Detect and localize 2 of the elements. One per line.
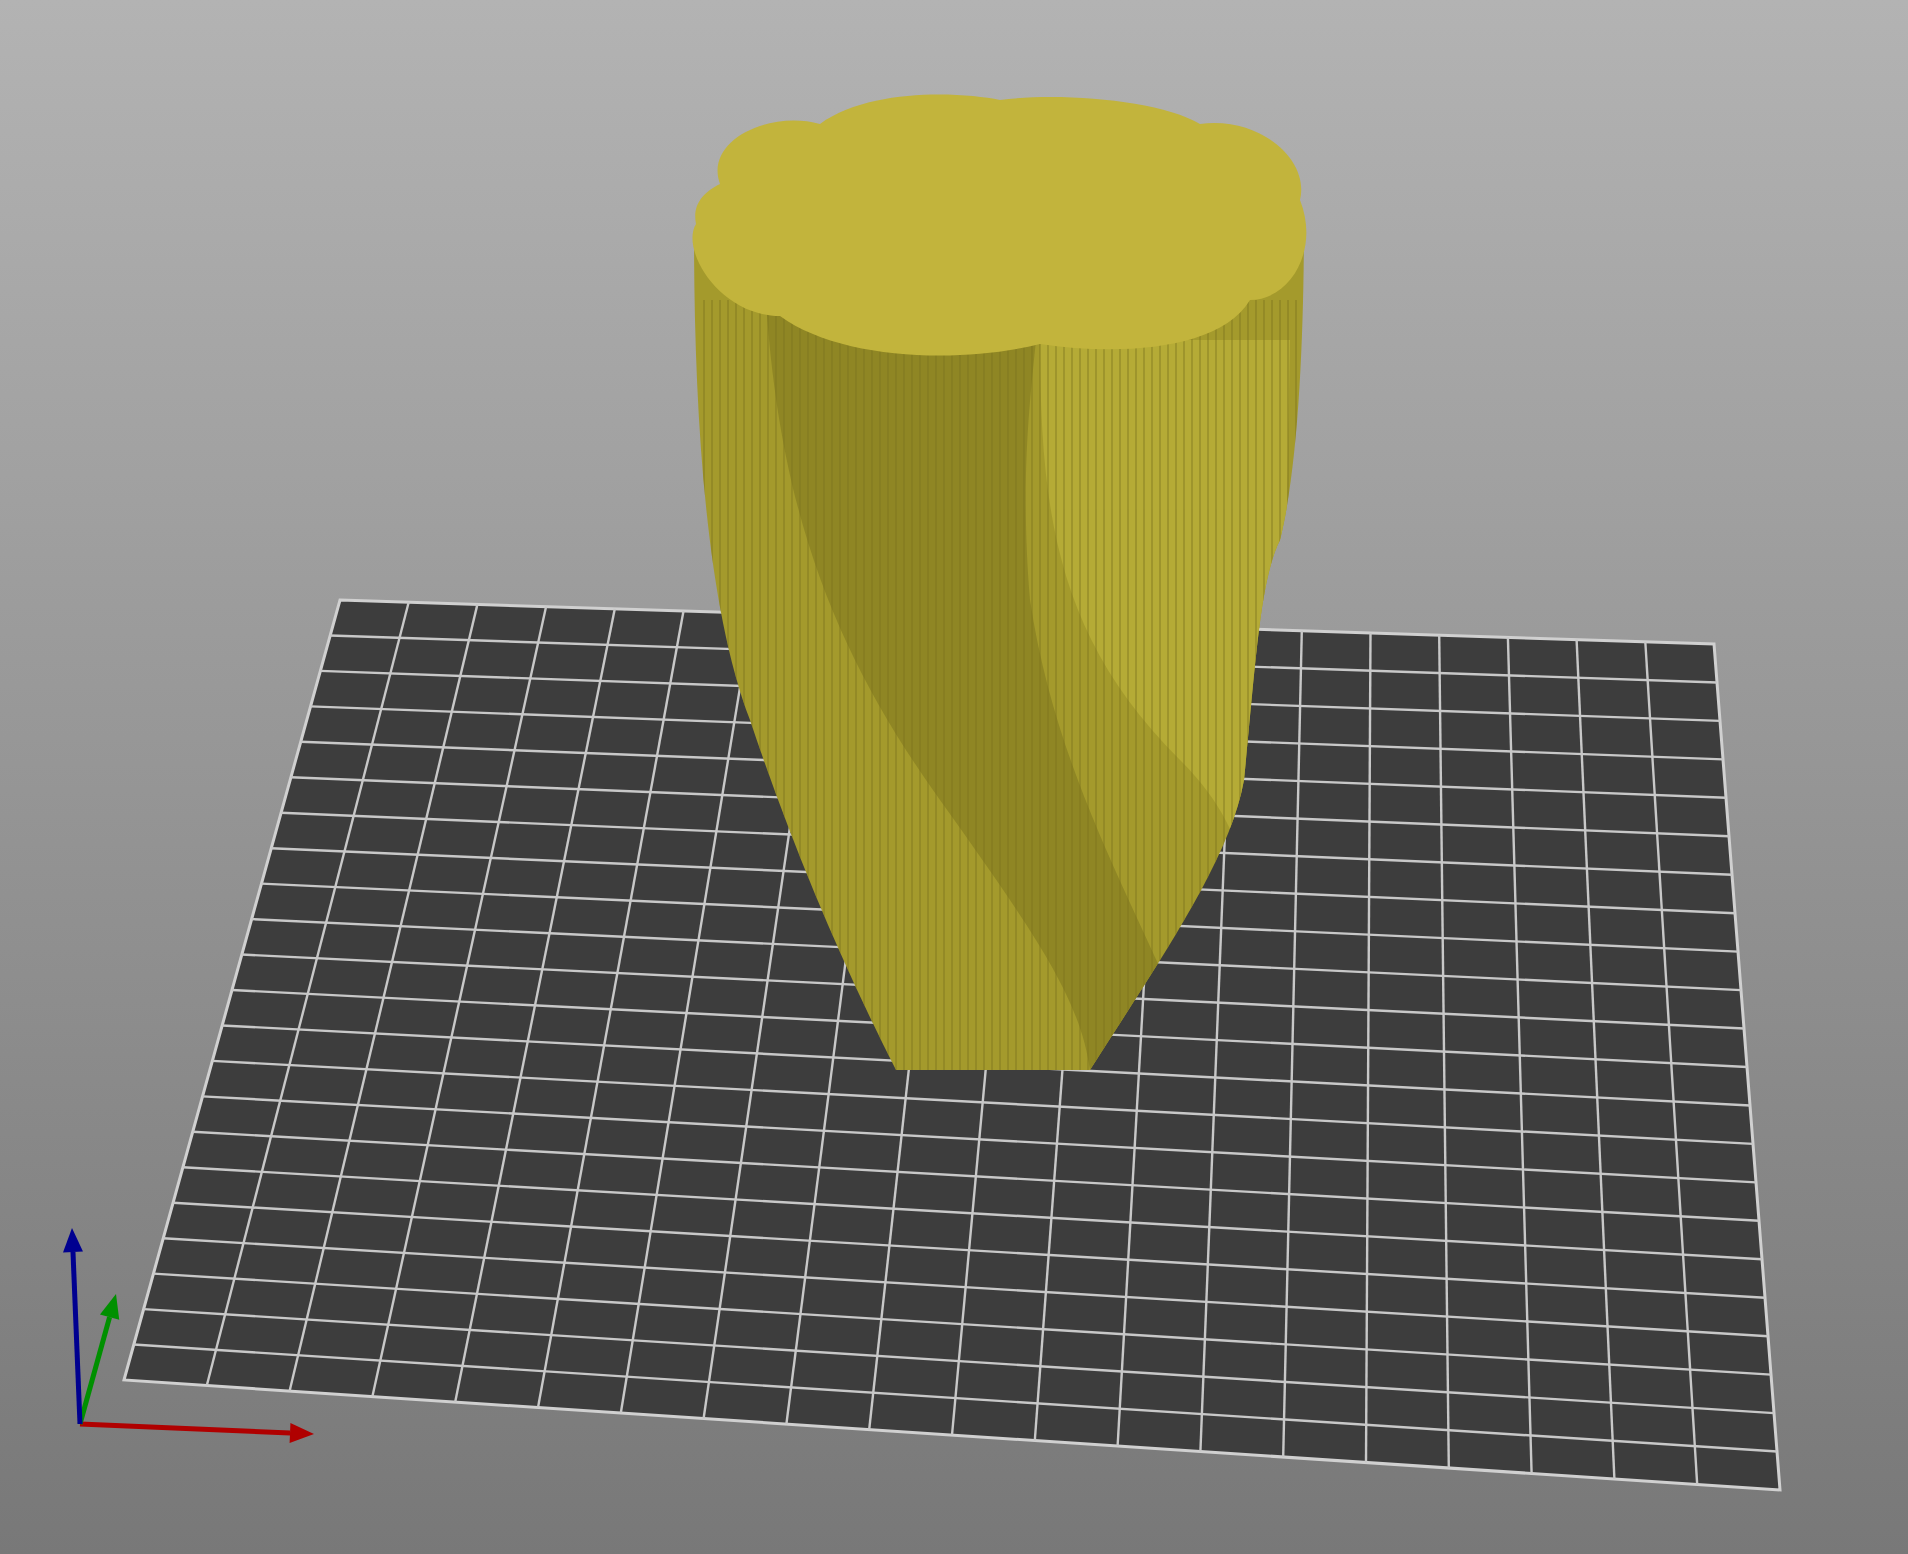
vase-model-drawing[interactable] bbox=[692, 94, 1307, 1070]
3d-viewport[interactable] bbox=[0, 0, 1908, 1554]
